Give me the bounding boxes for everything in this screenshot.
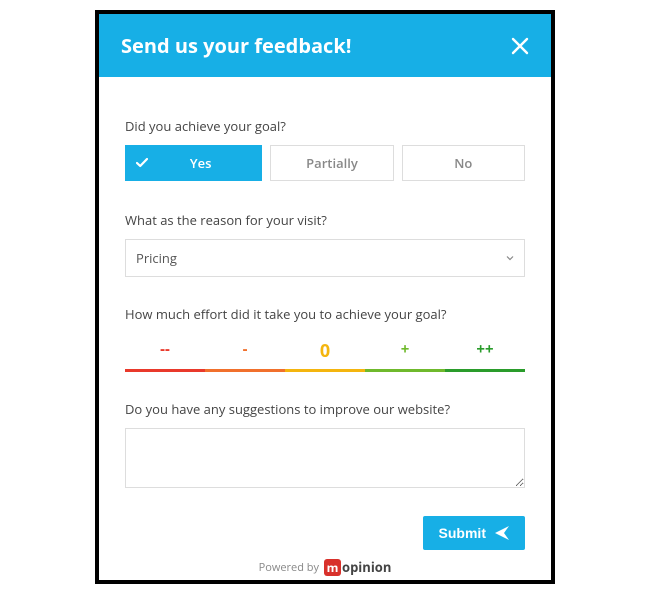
q1-option-no[interactable]: No [402,145,525,181]
chevron-down-icon [506,254,514,262]
q2-label: What as the reason for your visit? [125,211,525,229]
feedback-modal: Send us your feedback! Did you achieve y… [95,10,555,584]
reason-selected-value: Pricing [136,249,177,267]
q3-label: How much effort did it take you to achie… [125,305,525,323]
reason-select[interactable]: Pricing [125,239,525,277]
check-icon [136,157,148,169]
q1-label: Did you achieve your goal? [125,117,525,135]
q1-options: Yes Partially No [125,145,525,181]
modal-body: Did you achieve your goal? Yes Partially… [99,77,551,552]
q1-option-label: No [454,154,472,172]
q1-option-partially[interactable]: Partially [270,145,393,181]
modal-title: Send us your feedback! [121,32,351,59]
effort-option-very-easy[interactable]: ++ [445,333,525,372]
effort-label: -- [160,339,170,359]
suggestions-textarea[interactable] [125,428,525,488]
effort-label: + [401,339,410,359]
send-icon [495,526,509,540]
submit-label: Submit [439,525,486,541]
powered-by-text: Powered by [259,560,319,575]
effort-option-hard[interactable]: - [205,333,285,372]
effort-option-easy[interactable]: + [365,333,445,372]
modal-footer: Powered by m opinion [99,552,551,580]
effort-label: ++ [476,339,493,359]
q1-option-label: Yes [190,154,212,172]
effort-scale: -- - 0 + ++ [125,333,525,372]
modal-header: Send us your feedback! [99,14,551,77]
q4-label: Do you have any suggestions to improve o… [125,400,525,418]
effort-option-very-hard[interactable]: -- [125,333,205,372]
q1-option-label: Partially [306,154,358,172]
mopinion-text: opinion [342,558,391,576]
submit-row: Submit [125,516,525,550]
mopinion-m-icon: m [324,559,341,576]
q1-option-yes[interactable]: Yes [125,145,262,181]
effort-label: 0 [320,339,330,363]
effort-label: - [243,339,248,359]
close-icon[interactable] [511,37,529,55]
mopinion-logo[interactable]: m opinion [324,558,391,576]
submit-button[interactable]: Submit [423,516,525,550]
effort-option-neutral[interactable]: 0 [285,333,365,372]
